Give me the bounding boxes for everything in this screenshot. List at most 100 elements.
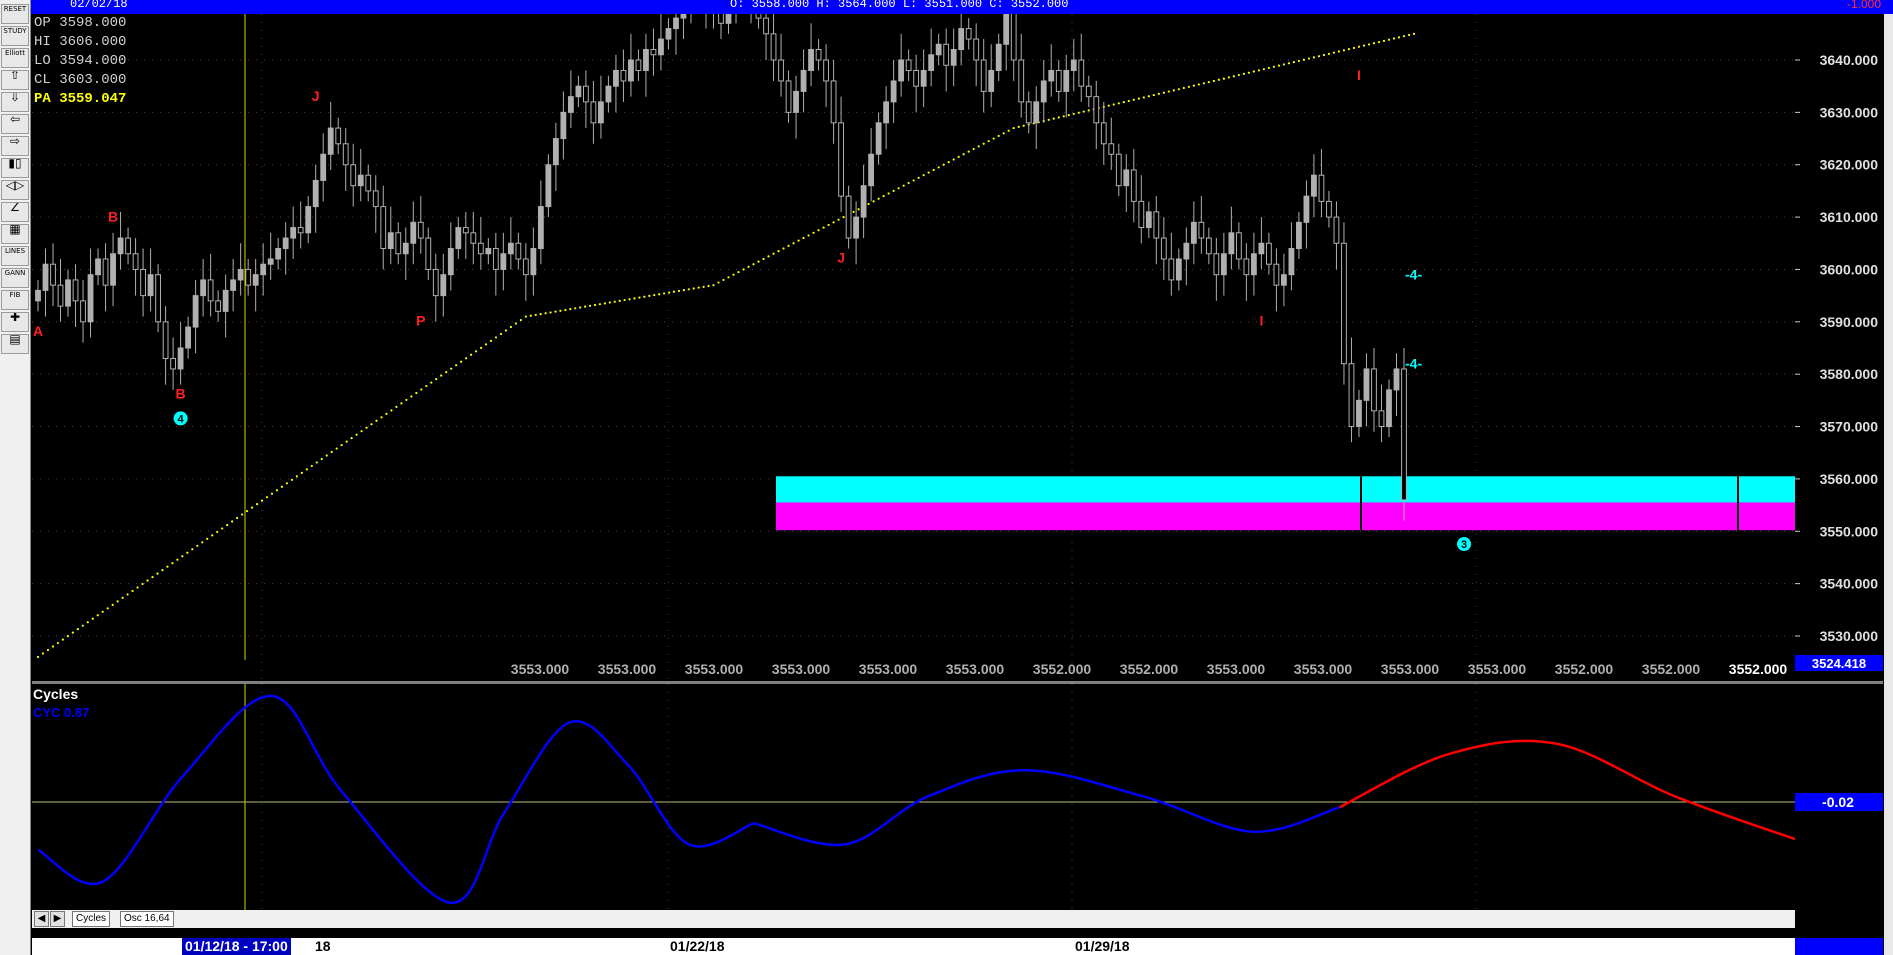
candle-body <box>605 85 612 103</box>
trend-dot <box>494 336 498 339</box>
candle-body <box>853 216 860 239</box>
right-scroll-strip[interactable] <box>1884 14 1893 955</box>
toolbar-down-arrow-button[interactable]: ⇩ <box>1 92 29 112</box>
toolbar-bars-button[interactable]: ▮▯ <box>1 158 29 178</box>
trend-dot <box>722 278 725 282</box>
candle-body <box>928 54 935 71</box>
candle-body <box>1040 80 1047 103</box>
tab-prev-button[interactable]: ◀ <box>34 911 49 927</box>
bottom-value: 3552.000 <box>1033 661 1092 677</box>
toolbar-lines-button[interactable]: LINES <box>1 246 29 266</box>
toolbar-reset-button[interactable]: RESET <box>1 4 29 24</box>
trend-dot <box>1132 98 1135 101</box>
trend-dot <box>603 302 606 305</box>
trend-dot <box>887 192 890 195</box>
candle-body <box>1010 7 1017 61</box>
trend-dot <box>519 318 522 322</box>
trend-dot <box>191 548 194 551</box>
trend-dot <box>300 471 303 474</box>
trend-dot <box>1342 49 1346 52</box>
trend-dot <box>564 308 567 312</box>
toolbar-properties-button[interactable]: ▤ <box>1 334 29 354</box>
tab-cycles[interactable]: Cycles <box>72 911 111 927</box>
trend-dot <box>1327 52 1331 55</box>
trend-dot <box>707 284 710 288</box>
y-tick-label: 3640.000 <box>1820 52 1879 68</box>
toolbar-crosshair-button[interactable]: ✚ <box>1 312 29 332</box>
trend-dot <box>1232 75 1235 78</box>
zone-band <box>776 476 1795 503</box>
toolbar-gann-button[interactable]: GANN <box>1 268 29 288</box>
trend-dot <box>440 374 443 377</box>
trend-dot <box>305 468 308 471</box>
trend-dot <box>509 325 513 329</box>
trend-dot <box>350 437 353 440</box>
toolbar-zoom-button[interactable]: ◁▷ <box>1 180 29 200</box>
ohlc-readout: OP 3598.000 HI 3606.000 LO 3594.000 CL 3… <box>34 14 126 109</box>
trend-dot <box>967 150 970 153</box>
candle-body <box>170 357 177 370</box>
candle-body <box>1025 101 1032 124</box>
trend-dot <box>1237 73 1240 77</box>
candle-body <box>1093 96 1100 124</box>
candle-body <box>1115 153 1122 187</box>
trend-dot <box>445 371 448 374</box>
trend-dot <box>270 492 274 495</box>
trend-dot <box>1017 125 1020 128</box>
trend-dot <box>1392 37 1396 40</box>
date-axis-label: 01/29/18 <box>1075 938 1130 954</box>
trend-dot <box>618 299 621 302</box>
candle-body <box>485 248 492 255</box>
candle-body <box>567 96 574 113</box>
toolbar-left-arrow-button[interactable]: ⇦ <box>1 114 29 134</box>
trend-dot <box>111 603 114 606</box>
trend-dot <box>658 293 661 296</box>
trend-dot <box>972 147 975 151</box>
toolbar-elliott-button[interactable]: Elliott <box>1 48 29 68</box>
candle-body <box>282 237 289 250</box>
trend-dot <box>181 555 184 558</box>
panel-divider[interactable] <box>32 681 1883 684</box>
toolbar-grid-button[interactable]: ▦ <box>1 224 29 244</box>
candle-body <box>1326 200 1332 218</box>
candle-body <box>530 248 537 276</box>
trend-dot <box>772 252 775 255</box>
trend-dot <box>1122 101 1125 104</box>
candle-body <box>643 49 649 71</box>
tab-next-button[interactable]: ▶ <box>50 911 65 927</box>
trend-dot <box>355 433 358 436</box>
trend-dot <box>549 311 552 314</box>
trend-dot <box>747 265 750 268</box>
trend-dot <box>1292 60 1296 64</box>
candle-body <box>477 242 484 255</box>
trend-dot <box>692 287 695 290</box>
trend-dot <box>156 572 159 575</box>
trend-dot <box>171 562 174 565</box>
candle-body <box>492 248 499 270</box>
candle-body <box>958 28 965 51</box>
candle-body <box>860 185 867 218</box>
trend-dot <box>997 134 1000 138</box>
candle-body <box>252 274 259 286</box>
trend-dot <box>250 506 254 509</box>
toolbar-up-arrow-button[interactable]: ⇧ <box>1 70 29 90</box>
candle-body <box>350 164 357 187</box>
candle-body <box>838 122 844 197</box>
trend-dot <box>1267 66 1271 70</box>
toolbar-right-arrow-button[interactable]: ⇨ <box>1 136 29 156</box>
trend-dot <box>832 221 835 224</box>
low-value: LO 3594.000 <box>34 53 127 69</box>
tab-osc[interactable]: Osc 16,64 <box>120 911 174 927</box>
candle-body <box>215 300 222 312</box>
trend-dot <box>335 447 338 450</box>
candle-body <box>200 279 207 297</box>
candle-body <box>155 274 161 323</box>
trend-dot <box>1152 93 1155 97</box>
toolbar-study-button[interactable]: STUDY <box>1 26 29 46</box>
left-toolbar: RESET STUDY Elliott ⇧ ⇩ ⇦ ⇨ ▮▯ ◁▷ Z ▦ LINES GANN FIB ✚… <box>0 0 31 955</box>
toolbar-fib-button[interactable]: FIB <box>1 290 29 310</box>
toolbar-zoom-z-button[interactable]: Z <box>1 202 29 222</box>
trend-dot <box>932 168 935 172</box>
candle-body <box>1213 253 1220 276</box>
trend-dot <box>717 281 720 284</box>
